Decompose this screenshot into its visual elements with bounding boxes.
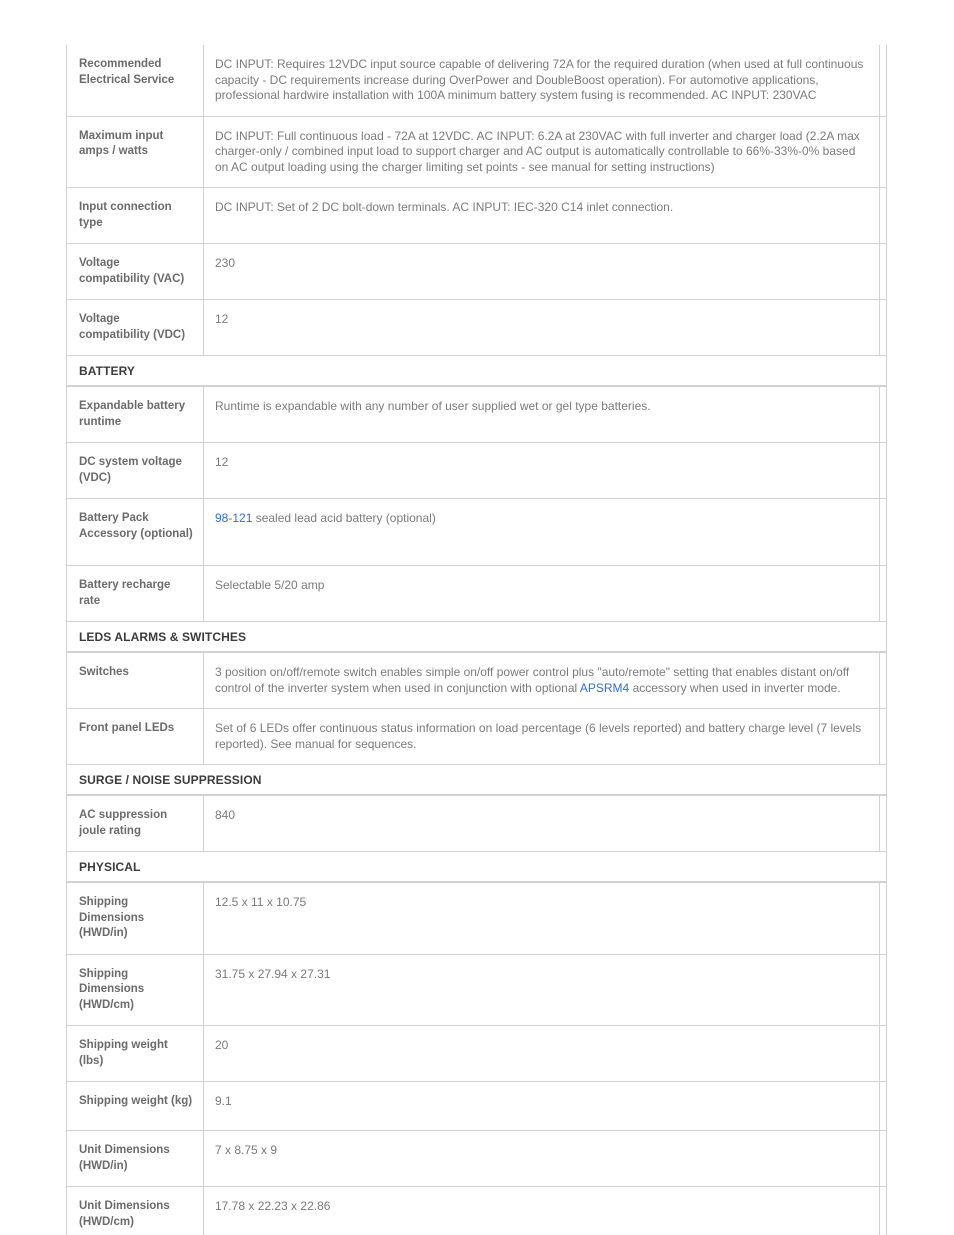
table-row: Maximum input amps / watts DC INPUT: Full…: [67, 116, 886, 188]
table-row: Expandable battery runtime Runtime is exp…: [67, 387, 886, 443]
spec-value: 9.1: [204, 1082, 880, 1130]
spec-value: DC INPUT: Set of 2 DC bolt-down terminal…: [204, 188, 880, 243]
spec-label: Maximum input amps / watts: [67, 116, 204, 187]
table-row: Battery Pack Accessory (optional) 98-121 …: [67, 499, 886, 566]
spec-value: 98-121 sealed lead acid battery (optiona…: [204, 499, 880, 565]
spec-label: Front panel LEDs: [67, 709, 204, 764]
section-title: BATTERY: [79, 364, 136, 378]
table-row: Front panel LEDs Set of 6 LEDs offer cont…: [67, 709, 886, 765]
spec-value: Runtime is expandable with any number of…: [204, 387, 880, 442]
spec-label: Switches: [67, 653, 204, 708]
table-row: AC suppression joule rating 840: [67, 796, 886, 852]
spec-value: 3 position on/off/remote switch enables …: [204, 653, 880, 708]
spec-value: Set of 6 LEDs offer continuous status in…: [204, 709, 880, 764]
table-row: Voltage compatibility (VAC) 230: [67, 244, 886, 300]
spec-value: DC INPUT: Requires 12VDC input source ca…: [204, 45, 880, 116]
spec-label: AC suppression joule rating: [67, 796, 204, 851]
spec-label: Voltage compatibility (VAC): [67, 244, 204, 299]
spec-value-link[interactable]: 98-121: [215, 511, 252, 525]
table-row: Unit Dimensions (HWD/cm) 17.78 x 22.23 x …: [67, 1187, 886, 1235]
table-row: Switches 3 position on/off/remote switch …: [67, 653, 886, 709]
section-header: SURGE / NOISE SUPPRESSION: [67, 765, 886, 796]
spec-value: 840: [204, 796, 880, 851]
spec-value-text: sealed lead acid battery (optional): [252, 511, 436, 525]
spec-label: Battery Pack Accessory (optional): [67, 499, 204, 565]
spec-value: DC INPUT: Full continuous load - 72A at …: [204, 116, 880, 187]
spec-label: Shipping Dimensions (HWD/cm): [67, 954, 204, 1025]
section-header: LEDS ALARMS & SWITCHES: [67, 622, 886, 653]
spec-label: Shipping weight (kg): [67, 1082, 204, 1130]
spec-label: Shipping weight (lbs): [67, 1026, 204, 1081]
spec-label: DC system voltage (VDC): [67, 443, 204, 498]
spec-label: Recommended Electrical Service: [67, 45, 204, 116]
spec-value: 12: [204, 300, 880, 355]
spec-label: Expandable battery runtime: [67, 387, 204, 442]
table-row: Shipping Dimensions (HWD/cm) 31.75 x 27.9…: [67, 954, 886, 1026]
spec-value: 7 x 8.75 x 9: [204, 1131, 880, 1186]
table-row: Shipping weight (lbs) 20: [67, 1026, 886, 1082]
section-title: PHYSICAL: [79, 860, 141, 874]
table-row: DC system voltage (VDC) 12: [67, 443, 886, 499]
spec-label: Battery recharge rate: [67, 566, 204, 621]
spec-value-text: accessory when used in inverter mode.: [629, 680, 841, 695]
spec-value: 17.78 x 22.23 x 22.86: [204, 1187, 880, 1235]
specifications-page: Recommended Electrical Service DC INPUT: …: [0, 0, 954, 1235]
spec-value: 31.75 x 27.94 x 27.31: [204, 954, 880, 1025]
section-header: BATTERY: [67, 356, 886, 387]
spec-value: 12: [204, 443, 880, 498]
table-row: Shipping Dimensions (HWD/in) 12.5 x 11 x …: [67, 883, 886, 955]
spec-label: Shipping Dimensions (HWD/in): [67, 883, 204, 954]
table-row: Shipping weight (kg) 9.1: [67, 1082, 886, 1131]
spec-value: 230: [204, 244, 880, 299]
spec-label: Unit Dimensions (HWD/in): [67, 1131, 204, 1186]
spec-label: Input connection type: [67, 188, 204, 243]
spec-label: Unit Dimensions (HWD/cm): [67, 1187, 204, 1235]
spec-value: Selectable 5/20 amp: [204, 566, 880, 621]
spec-label: Voltage compatibility (VDC): [67, 300, 204, 355]
spec-value-link[interactable]: APSRM4: [580, 681, 629, 695]
specifications-table: Recommended Electrical Service DC INPUT: …: [66, 45, 887, 1235]
table-row: Battery recharge rate Selectable 5/20 amp: [67, 566, 886, 622]
table-row: Unit Dimensions (HWD/in) 7 x 8.75 x 9: [67, 1131, 886, 1187]
spec-value: 20: [204, 1026, 880, 1081]
section-header: PHYSICAL: [67, 852, 886, 883]
table-row: Input connection type DC INPUT: Set of 2 …: [67, 188, 886, 244]
section-title: SURGE / NOISE SUPPRESSION: [79, 773, 262, 787]
table-row: Recommended Electrical Service DC INPUT: …: [67, 45, 886, 117]
section-title: LEDS ALARMS & SWITCHES: [79, 630, 247, 644]
table-row: Voltage compatibility (VDC) 12: [67, 300, 886, 356]
spec-value: 12.5 x 11 x 10.75: [204, 883, 880, 954]
